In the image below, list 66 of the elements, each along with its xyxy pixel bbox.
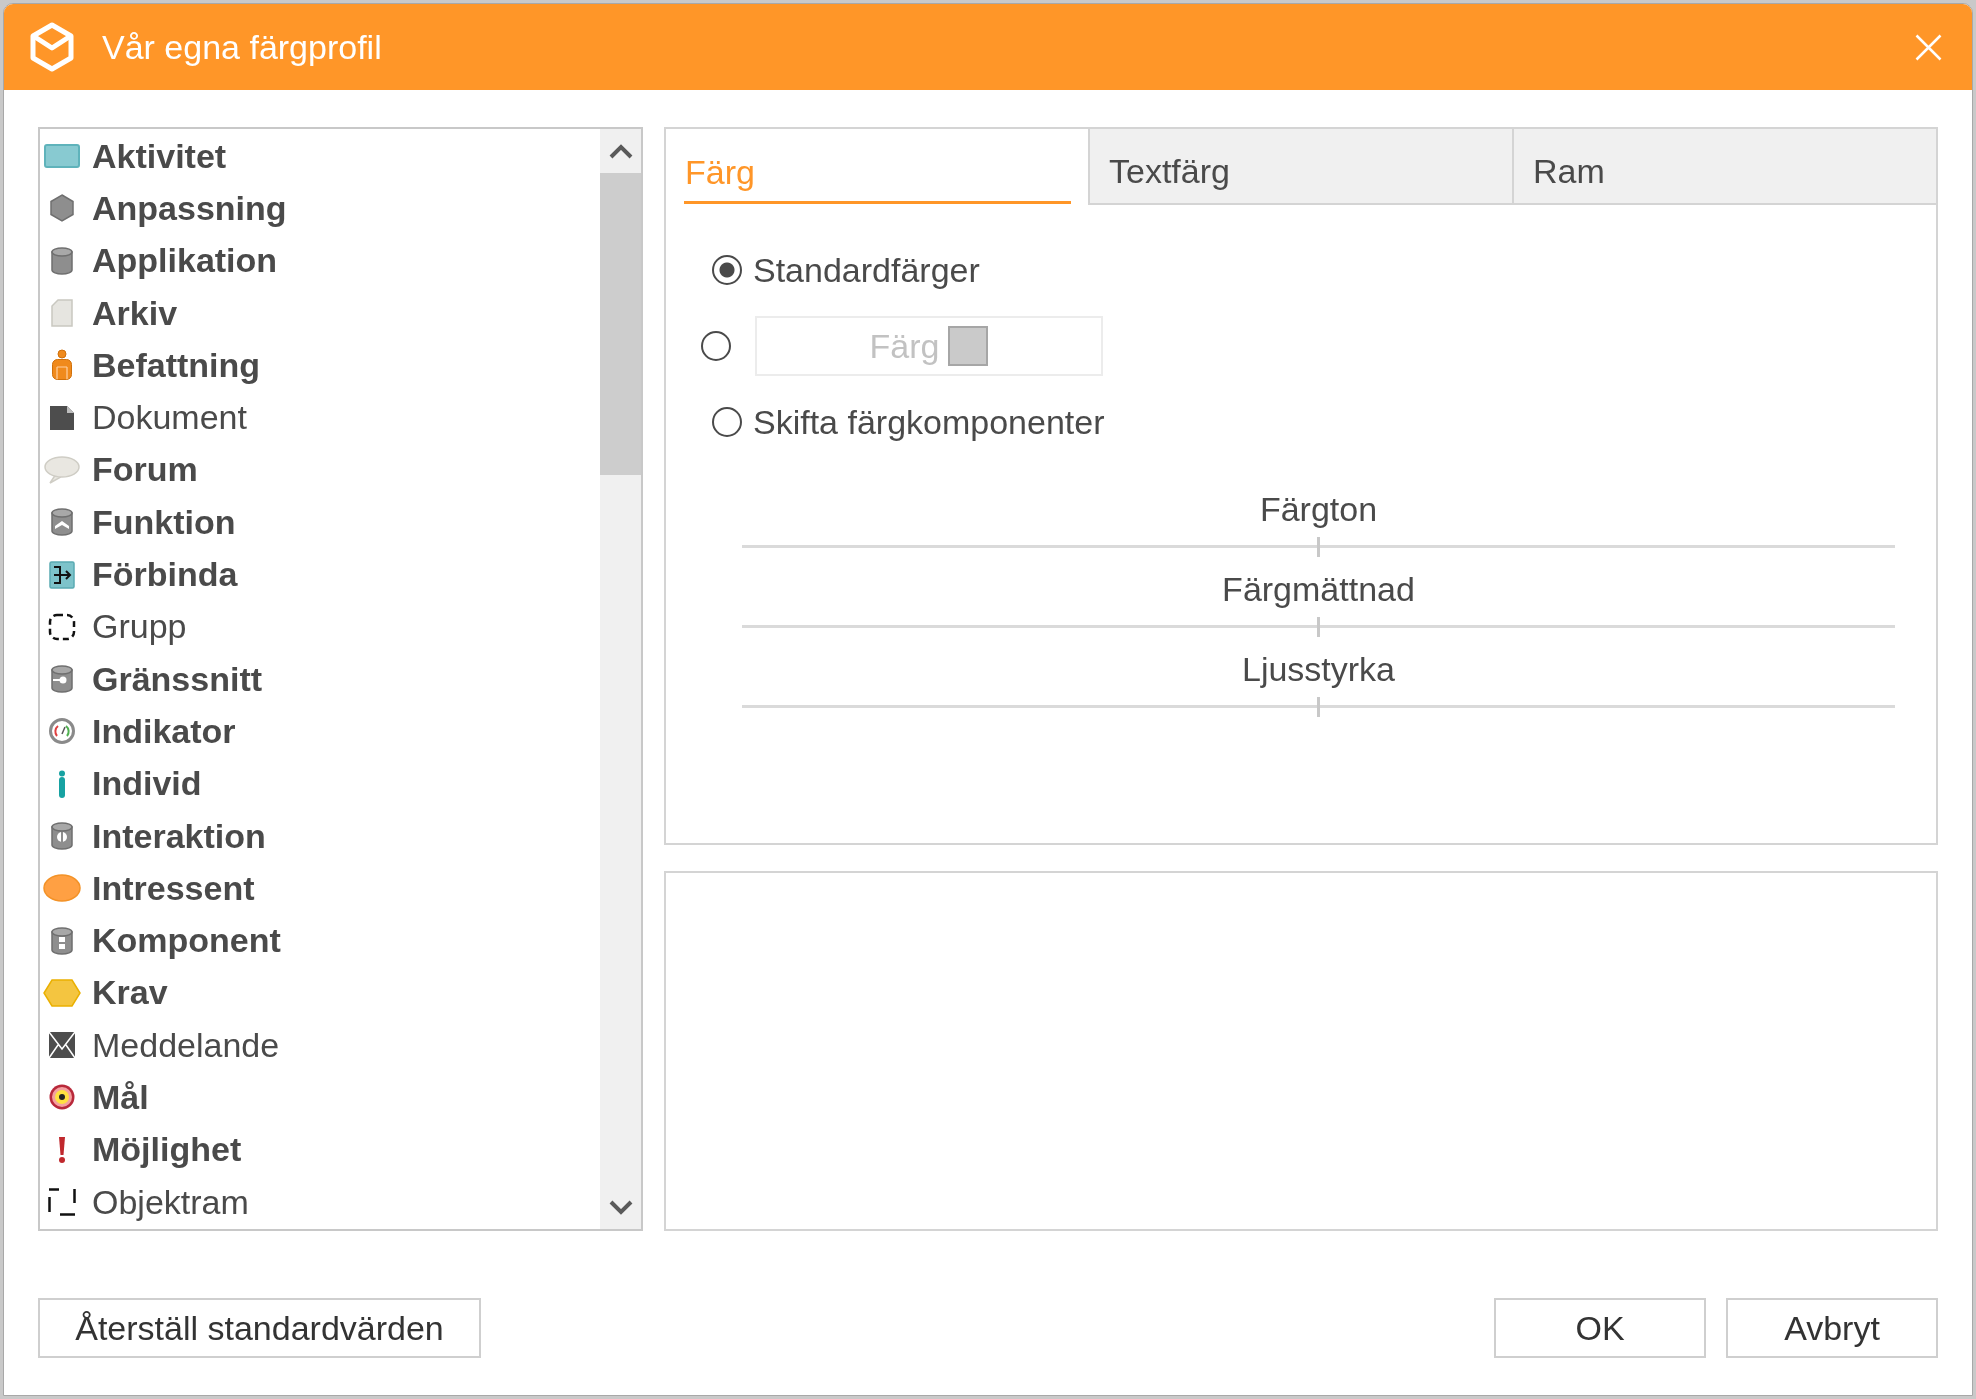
document-icon — [49, 404, 75, 431]
list-item[interactable]: Gränssnitt — [40, 652, 600, 706]
list-item[interactable]: Individ — [40, 757, 600, 810]
person-icon — [57, 769, 67, 798]
list-item[interactable]: Funktion — [40, 496, 600, 549]
gauge-icon — [49, 718, 75, 745]
list-item[interactable]: Aktivitet — [40, 130, 600, 183]
list-item[interactable]: Befattning — [40, 339, 600, 392]
cube-icon — [30, 22, 74, 72]
radio-label[interactable]: Skifta färgkomponenter — [753, 402, 1105, 442]
slider-thumb[interactable] — [1317, 537, 1320, 557]
list-item[interactable]: Forum — [40, 443, 600, 497]
hexagon-icon — [43, 978, 81, 1007]
list-item[interactable]: Mål — [40, 1071, 600, 1124]
list-item[interactable]: Intressent — [40, 862, 600, 915]
list-item[interactable]: Anpassning — [40, 182, 600, 235]
list-item[interactable]: Grupp — [40, 600, 600, 653]
list-item[interactable]: Dokument — [40, 391, 600, 444]
tab[interactable]: Ram — [1512, 129, 1936, 205]
radio-button[interactable] — [712, 255, 742, 285]
list-item[interactable]: Komponent — [40, 914, 600, 967]
arrow-tile-icon — [49, 560, 75, 589]
window-title: Vår egna färgprofil — [102, 27, 382, 67]
slider-thumb[interactable] — [1317, 697, 1320, 717]
reset-button[interactable]: Återställ standardvärden — [38, 1298, 481, 1358]
dashed-square-icon — [48, 612, 76, 641]
list-item[interactable]: Objektram — [40, 1175, 600, 1229]
person-icon — [51, 349, 73, 382]
cancel-button[interactable]: Avbryt — [1726, 1298, 1938, 1358]
radio-label[interactable]: Standardfärger — [753, 250, 980, 290]
slider-label: Ljusstyrka — [1241, 649, 1396, 689]
close-button[interactable] — [1915, 33, 1942, 61]
list-item[interactable]: Möjlighet — [40, 1123, 600, 1176]
ok-button[interactable]: OK — [1494, 1298, 1706, 1358]
target-icon — [49, 1084, 75, 1111]
slider-label: Färgton — [1259, 489, 1378, 529]
list-item[interactable]: Förbinda — [40, 548, 600, 601]
chevron-down-icon — [608, 1199, 633, 1215]
page-icon — [51, 299, 73, 328]
slider-thumb[interactable] — [1317, 617, 1320, 637]
tab[interactable]: Textfärg — [1088, 129, 1512, 205]
cylinder-icon — [51, 822, 73, 850]
radio-button[interactable] — [701, 331, 731, 361]
list-item[interactable]: Indikator — [40, 705, 600, 758]
chevron-up-icon — [608, 143, 633, 159]
ellipse-icon — [43, 874, 81, 903]
list-item[interactable]: Krav — [40, 966, 600, 1020]
cylinder-icon — [51, 926, 73, 955]
list-item[interactable]: Meddelande — [40, 1019, 600, 1072]
cylinder-icon — [51, 508, 73, 537]
envelope-icon — [48, 1031, 76, 1060]
rectangle-icon — [44, 144, 80, 169]
slider-label: Färgmättnad — [1222, 569, 1415, 609]
cylinder-icon — [51, 246, 73, 275]
close-icon — [1915, 33, 1942, 61]
list-item[interactable]: Arkiv — [40, 286, 600, 340]
list-item[interactable]: Applikation — [40, 234, 600, 287]
radio-button[interactable] — [712, 407, 742, 437]
frame-corners-icon — [48, 1188, 76, 1217]
speech-bubble-icon — [44, 455, 80, 484]
cylinder-icon — [51, 665, 73, 694]
list-item[interactable]: Interaktion — [40, 809, 600, 863]
color-swatch-icon — [948, 326, 989, 366]
scrollbar-thumb[interactable] — [600, 173, 641, 475]
exclamation-icon — [58, 1135, 66, 1164]
hexagon-icon — [50, 194, 74, 223]
